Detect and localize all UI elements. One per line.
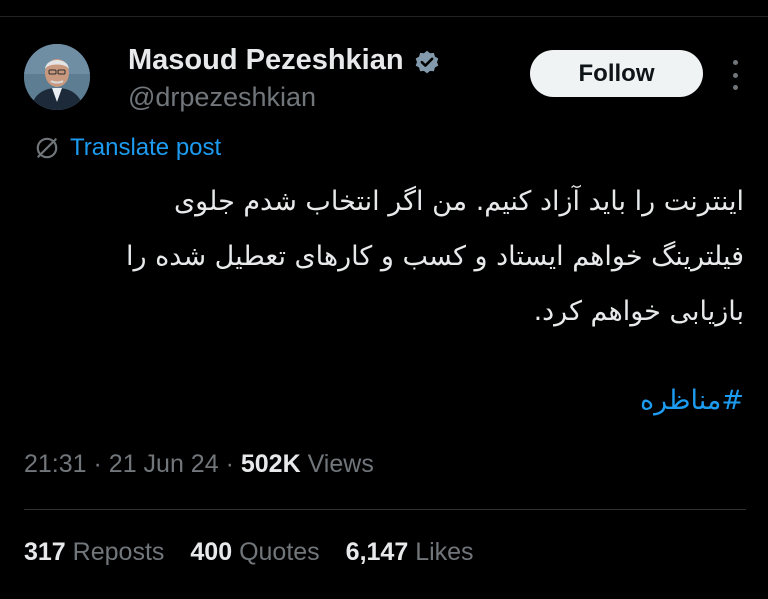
reposts-label: Reposts xyxy=(72,538,165,566)
translate-post-link[interactable]: Translate post xyxy=(34,133,221,163)
verified-badge-icon xyxy=(415,50,439,74)
hashtag-link[interactable]: #مناظره xyxy=(640,385,744,416)
likes-stat[interactable]: 6,147 Likes xyxy=(346,538,474,567)
post-text: اینترنت را باید آزاد کنیم. من اگر انتخاب… xyxy=(24,174,744,339)
translate-icon xyxy=(36,137,58,159)
more-options-icon[interactable] xyxy=(726,60,744,90)
views-label: Views xyxy=(307,450,374,478)
likes-count: 6,147 xyxy=(345,538,409,566)
quotes-label: Quotes xyxy=(239,538,320,566)
top-divider xyxy=(0,16,768,17)
reposts-stat[interactable]: 317 Reposts xyxy=(24,538,164,567)
author-handle[interactable]: @drpezeshkian xyxy=(128,82,316,113)
avatar[interactable] xyxy=(24,44,90,110)
author-display-name[interactable]: Masoud Pezeshkian xyxy=(128,44,404,77)
post-meta: 21:31 · 21 Jun 24 · 502K Views xyxy=(24,450,374,479)
post-time[interactable]: 21:31 xyxy=(24,450,87,478)
avatar-photo xyxy=(24,44,90,110)
post-date[interactable]: 21 Jun 24 xyxy=(109,450,219,478)
translate-post-label: Translate post xyxy=(70,134,222,161)
post-text-line: بازیابی خواهم کرد. xyxy=(533,296,744,327)
quotes-count: 400 xyxy=(190,538,233,566)
post-text-line: اینترنت را باید آزاد کنیم. من اگر انتخاب… xyxy=(174,186,744,217)
views-count: 502K xyxy=(240,450,301,478)
divider xyxy=(24,509,746,510)
meta-separator: · xyxy=(93,450,102,478)
quotes-stat[interactable]: 400 Quotes xyxy=(190,538,319,567)
meta-separator: · xyxy=(225,450,234,478)
engagement-stats: 317 Reposts 400 Quotes 6,147 Likes xyxy=(24,538,474,567)
post-text-line: فیلترینگ خواهم ایستاد و کسب و کارهای تعط… xyxy=(126,241,744,272)
likes-label: Likes xyxy=(415,538,474,566)
follow-button[interactable]: Follow xyxy=(530,50,703,97)
reposts-count: 317 xyxy=(24,538,66,566)
